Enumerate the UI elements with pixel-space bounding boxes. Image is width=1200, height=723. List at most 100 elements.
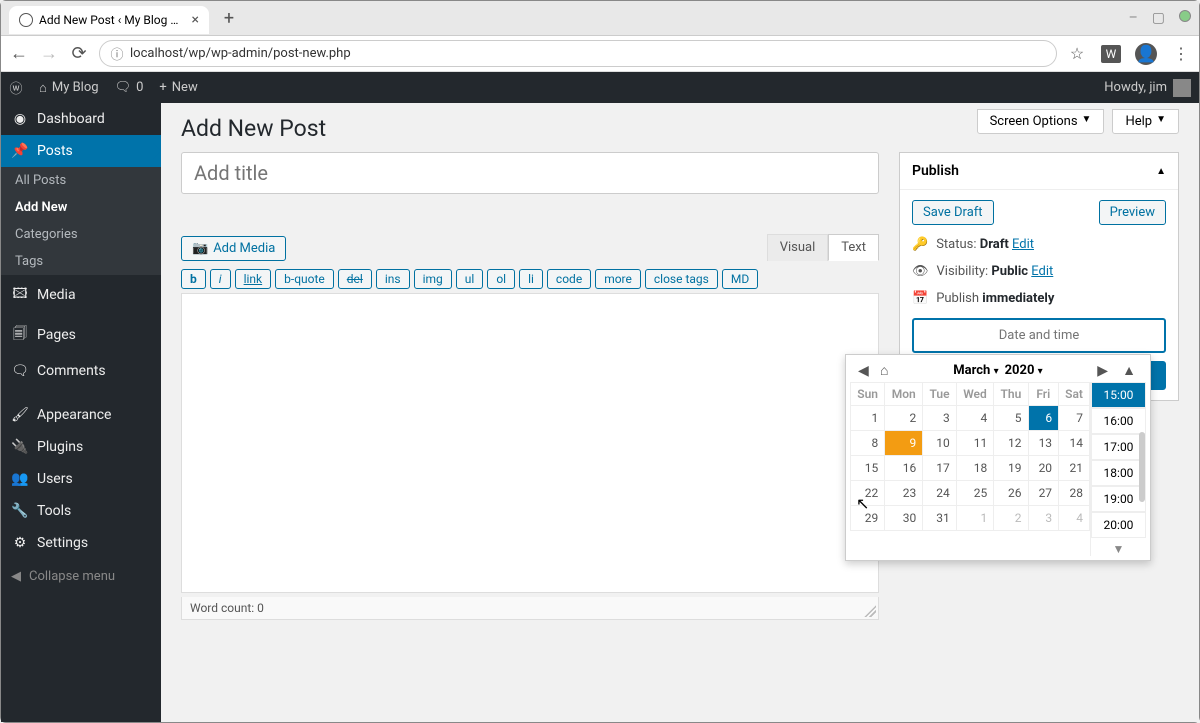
ol-button[interactable]: ol (487, 269, 515, 289)
scroll-up-icon[interactable]: ▲ (1122, 362, 1136, 379)
del-button[interactable]: del (338, 269, 372, 289)
calendar-day[interactable]: 9 (885, 431, 923, 456)
year-select[interactable]: 2020 ▾ (1005, 363, 1043, 378)
time-option[interactable]: 15:00 (1091, 382, 1146, 408)
post-title-input[interactable] (181, 152, 879, 194)
bold-button[interactable]: b (181, 269, 206, 289)
publish-box-header[interactable]: Publish▲ (900, 153, 1178, 190)
calendar-day[interactable]: 16 (885, 456, 923, 481)
chevron-up-icon[interactable]: ▲ (1156, 166, 1166, 177)
calendar-day[interactable]: 2 (994, 506, 1028, 531)
calendar-day[interactable]: 5 (994, 406, 1028, 431)
calendar-day[interactable]: 15 (851, 456, 885, 481)
sidebar-item-settings[interactable]: ⚙Settings (1, 527, 161, 559)
calendar-day[interactable]: 25 (956, 481, 994, 506)
calendar-day[interactable]: 19 (994, 456, 1028, 481)
prev-month-icon[interactable]: ◀ (858, 363, 869, 379)
calendar-day[interactable]: 3 (923, 406, 956, 431)
site-info-icon[interactable]: ⓘ (110, 44, 124, 63)
code-button[interactable]: code (547, 269, 591, 289)
time-option[interactable]: 18:00 (1091, 460, 1146, 486)
calendar-day[interactable]: 1 (956, 506, 994, 531)
calendar-day[interactable]: 3 (1028, 506, 1059, 531)
li-button[interactable]: li (519, 269, 543, 289)
calendar-day[interactable]: 17 (923, 456, 956, 481)
browser-menu-icon[interactable]: ⋮ (1171, 44, 1191, 63)
time-scrollbar[interactable] (1139, 432, 1145, 502)
calendar-day[interactable]: 27 (1028, 481, 1059, 506)
post-content-textarea[interactable] (181, 293, 879, 593)
close-window-icon[interactable] (1179, 10, 1191, 22)
add-media-button[interactable]: 📷Add Media (181, 236, 286, 261)
calendar-day[interactable]: 14 (1059, 431, 1090, 456)
calendar-day[interactable]: 8 (851, 431, 885, 456)
close-tab-icon[interactable]: × (192, 12, 199, 28)
edit-visibility-link[interactable]: Edit (1031, 264, 1053, 279)
calendar-day[interactable]: 30 (885, 506, 923, 531)
bookmark-icon[interactable]: ☆ (1067, 44, 1087, 63)
profile-icon[interactable]: 👤 (1135, 43, 1157, 65)
calendar-day[interactable]: 29 (851, 506, 885, 531)
screen-options-button[interactable]: Screen Options ▼ (977, 109, 1105, 134)
calendar-day[interactable]: 11 (956, 431, 994, 456)
link-button[interactable]: link (235, 269, 272, 289)
site-link[interactable]: ⌂My Blog (31, 72, 107, 103)
md-button[interactable]: MD (722, 269, 758, 289)
wordpress-logo-icon[interactable]: ⓦ (1, 78, 31, 97)
month-select[interactable]: March ▾ (953, 363, 998, 378)
time-option[interactable]: 19:00 (1091, 486, 1146, 512)
calendar-day[interactable]: 31 (923, 506, 956, 531)
comments-link[interactable]: 🗨0 (107, 72, 152, 103)
datetime-input[interactable] (912, 318, 1166, 353)
italic-button[interactable]: i (210, 269, 231, 289)
calendar-day[interactable]: 23 (885, 481, 923, 506)
calendar-day[interactable]: 12 (994, 431, 1028, 456)
submenu-categories[interactable]: Categories (1, 221, 161, 248)
forward-button[interactable]: → (39, 43, 59, 64)
submenu-tags[interactable]: Tags (1, 248, 161, 275)
calendar-day[interactable]: 26 (994, 481, 1028, 506)
sidebar-item-media[interactable]: 🖾Media (1, 275, 161, 315)
url-input[interactable]: ⓘ localhost/wp/wp-admin/post-new.php (99, 40, 1057, 67)
help-button[interactable]: Help ▼ (1112, 109, 1179, 134)
ul-button[interactable]: ul (456, 269, 484, 289)
more-button[interactable]: more (595, 269, 641, 289)
submenu-all-posts[interactable]: All Posts (1, 167, 161, 194)
maximize-icon[interactable]: ▢ (1152, 10, 1165, 26)
extension-w[interactable]: W (1101, 45, 1121, 63)
scroll-down-icon[interactable]: ▼ (1091, 542, 1146, 556)
next-month-icon[interactable]: ▶ (1097, 363, 1108, 379)
today-icon[interactable]: ⌂ (880, 362, 888, 379)
save-draft-button[interactable]: Save Draft (912, 200, 994, 225)
sidebar-item-dashboard[interactable]: ◉Dashboard (1, 103, 161, 135)
account-link[interactable]: Howdy, jim (1104, 79, 1199, 97)
reload-button[interactable]: ⟳ (69, 43, 89, 64)
calendar-day[interactable]: 13 (1028, 431, 1059, 456)
calendar-day[interactable]: 20 (1028, 456, 1059, 481)
calendar-day[interactable]: 1 (851, 406, 885, 431)
collapse-menu[interactable]: ◀Collapse menu (1, 559, 161, 594)
ins-button[interactable]: ins (376, 269, 410, 289)
calendar-day[interactable]: 18 (956, 456, 994, 481)
edit-status-link[interactable]: Edit (1012, 237, 1034, 252)
new-tab-button[interactable]: + (217, 8, 241, 29)
calendar-day[interactable]: 7 (1059, 406, 1090, 431)
new-content-link[interactable]: +New (151, 72, 205, 103)
time-option[interactable]: 20:00 (1091, 512, 1146, 538)
submenu-add-new[interactable]: Add New (1, 194, 161, 221)
calendar-day[interactable]: 10 (923, 431, 956, 456)
sidebar-item-pages[interactable]: 🗐Pages (1, 315, 161, 355)
sidebar-item-comments[interactable]: 🗨Comments (1, 355, 161, 387)
sidebar-item-tools[interactable]: 🔧Tools (1, 495, 161, 527)
back-button[interactable]: ← (9, 43, 29, 64)
blockquote-button[interactable]: b-quote (275, 269, 334, 289)
calendar-day[interactable]: 2 (885, 406, 923, 431)
resize-handle[interactable] (864, 605, 876, 617)
calendar-day[interactable]: 6 (1028, 406, 1059, 431)
calendar-day[interactable]: 24 (923, 481, 956, 506)
preview-button[interactable]: Preview (1099, 200, 1166, 225)
time-option[interactable]: 16:00 (1091, 408, 1146, 434)
sidebar-item-plugins[interactable]: 🔌Plugins (1, 431, 161, 463)
tab-visual[interactable]: Visual (767, 234, 829, 261)
calendar-day[interactable]: 21 (1059, 456, 1090, 481)
